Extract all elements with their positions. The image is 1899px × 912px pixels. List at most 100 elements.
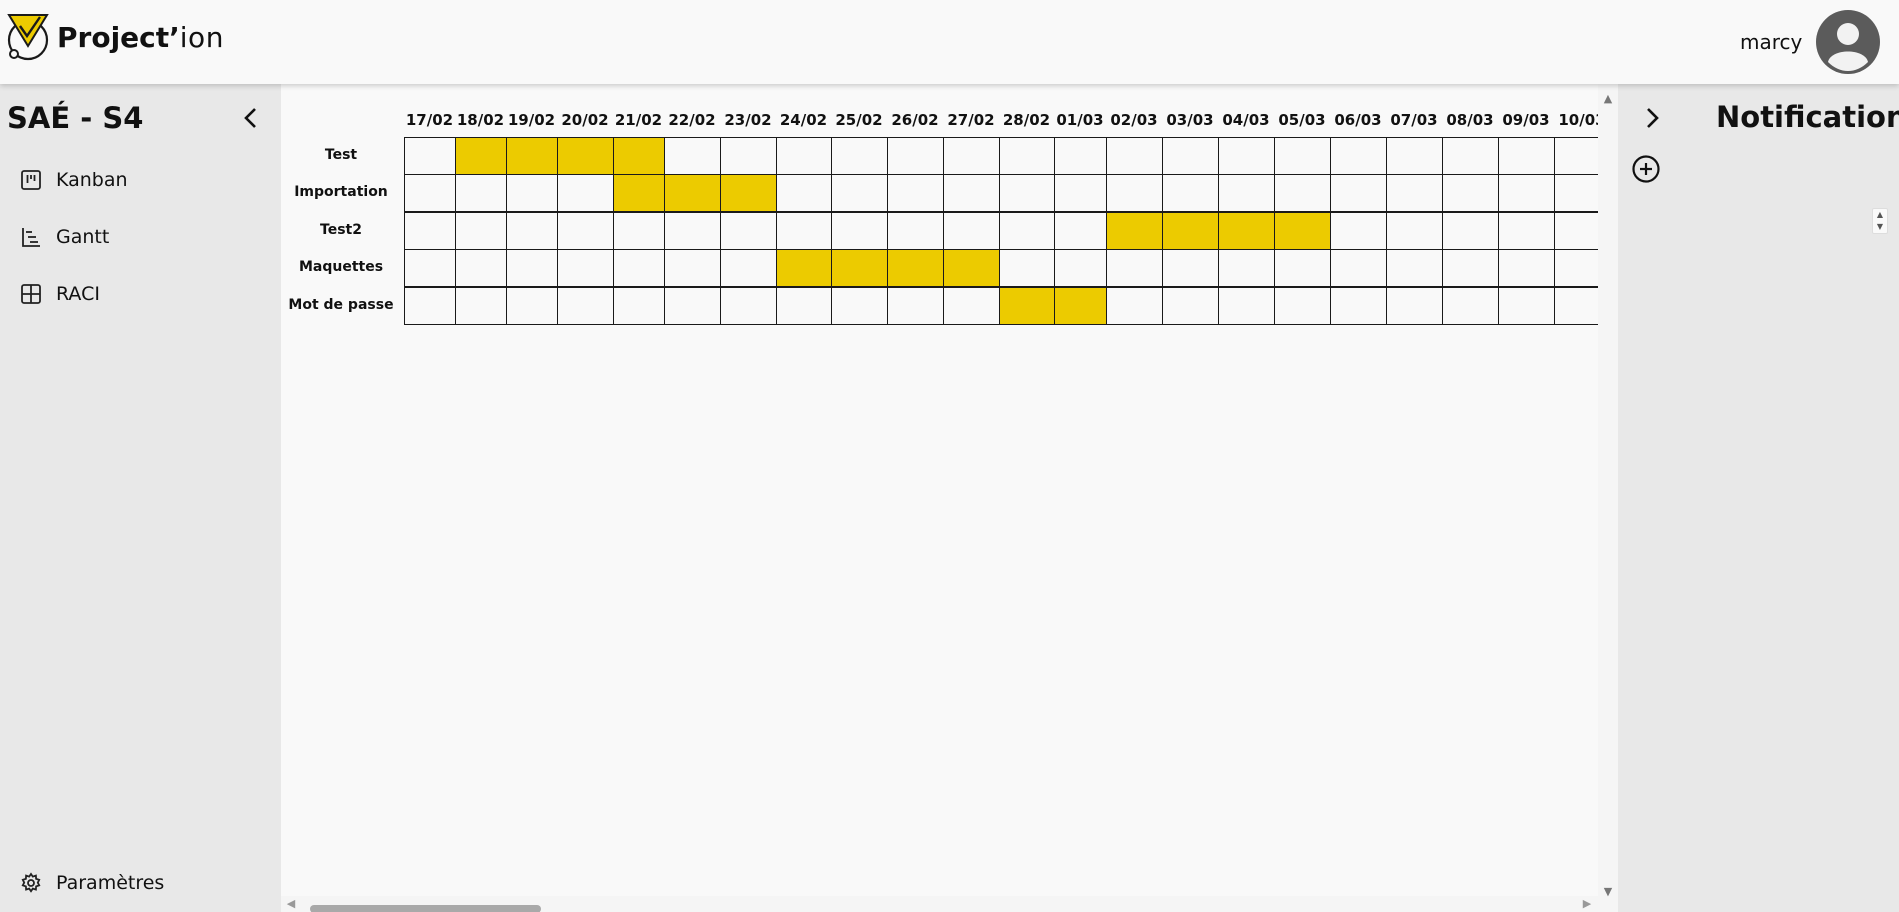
- gantt-cell[interactable]: [404, 174, 456, 212]
- gantt-cell[interactable]: [943, 174, 1000, 212]
- gantt-cell[interactable]: [1274, 137, 1331, 175]
- gantt-cell[interactable]: [1498, 287, 1555, 325]
- gantt-cell[interactable]: [887, 174, 944, 212]
- gantt-cell[interactable]: [1274, 287, 1331, 325]
- gantt-cell[interactable]: [943, 137, 1000, 175]
- gantt-cell[interactable]: [1386, 249, 1443, 287]
- gantt-cell[interactable]: [404, 287, 456, 325]
- gantt-cell[interactable]: [506, 174, 558, 212]
- gantt-cell[interactable]: [1274, 174, 1331, 212]
- gantt-cell[interactable]: [831, 174, 888, 212]
- gantt-cell[interactable]: [720, 287, 777, 325]
- gantt-bar-cell[interactable]: [720, 174, 777, 212]
- sidebar-item-raci[interactable]: RACI: [18, 276, 258, 312]
- gantt-cell[interactable]: [557, 212, 614, 250]
- gantt-bar-cell[interactable]: [831, 249, 888, 287]
- user-avatar-icon[interactable]: [1816, 10, 1880, 74]
- gantt-cell[interactable]: [831, 137, 888, 175]
- gantt-cell[interactable]: [455, 212, 507, 250]
- gantt-cell[interactable]: [1218, 287, 1275, 325]
- gantt-cell[interactable]: [1442, 137, 1499, 175]
- gantt-cell[interactable]: [1106, 174, 1163, 212]
- spin-up-icon[interactable]: ▲: [1873, 209, 1887, 221]
- gantt-cell[interactable]: [1330, 174, 1387, 212]
- gantt-cell[interactable]: [664, 249, 721, 287]
- gantt-cell[interactable]: [455, 174, 507, 212]
- gantt-cell[interactable]: [1218, 174, 1275, 212]
- chevron-right-icon[interactable]: [1638, 102, 1666, 134]
- gantt-cell[interactable]: [1386, 212, 1443, 250]
- gantt-bar-cell[interactable]: [613, 137, 665, 175]
- gantt-bar-cell[interactable]: [506, 137, 558, 175]
- gantt-cell[interactable]: [1386, 137, 1443, 175]
- gantt-cell[interactable]: [455, 249, 507, 287]
- gantt-cell[interactable]: [1054, 137, 1107, 175]
- gantt-cell[interactable]: [404, 137, 456, 175]
- gantt-cell[interactable]: [999, 137, 1055, 175]
- gantt-cell[interactable]: [1330, 249, 1387, 287]
- gantt-cell[interactable]: [613, 212, 665, 250]
- gantt-cell[interactable]: [831, 212, 888, 250]
- gantt-cell[interactable]: [776, 212, 832, 250]
- gantt-cell[interactable]: [1442, 212, 1499, 250]
- gantt-cell[interactable]: [999, 249, 1055, 287]
- gantt-cell[interactable]: [1498, 137, 1555, 175]
- sidebar-item-gantt[interactable]: Gantt: [18, 219, 258, 255]
- gantt-cell[interactable]: [1274, 249, 1331, 287]
- number-spinner[interactable]: ▲ ▼: [1872, 208, 1888, 234]
- gantt-cell[interactable]: [1162, 249, 1219, 287]
- sidebar-item-kanban[interactable]: Kanban: [18, 162, 258, 198]
- gantt-bar-cell[interactable]: [455, 137, 507, 175]
- scroll-right-arrow-icon[interactable]: ▶: [1581, 898, 1593, 910]
- gantt-bar-cell[interactable]: [1218, 212, 1275, 250]
- gantt-cell[interactable]: [506, 249, 558, 287]
- checkmark-triangle-logo-icon[interactable]: [6, 12, 50, 62]
- gantt-cell[interactable]: [1330, 287, 1387, 325]
- gantt-cell[interactable]: [1054, 174, 1107, 212]
- gantt-cell[interactable]: [1498, 249, 1555, 287]
- gantt-cell[interactable]: [1330, 212, 1387, 250]
- gantt-cell[interactable]: [999, 212, 1055, 250]
- gantt-cell[interactable]: [776, 137, 832, 175]
- gantt-cell[interactable]: [1330, 137, 1387, 175]
- gantt-cell[interactable]: [720, 249, 777, 287]
- gantt-bar-cell[interactable]: [1274, 212, 1331, 250]
- gantt-cell[interactable]: [1106, 249, 1163, 287]
- gantt-cell[interactable]: [1218, 249, 1275, 287]
- gantt-cell[interactable]: [1106, 137, 1163, 175]
- gantt-bar-cell[interactable]: [776, 249, 832, 287]
- gantt-cell[interactable]: [506, 212, 558, 250]
- gantt-cell[interactable]: [776, 174, 832, 212]
- gantt-cell[interactable]: [1554, 174, 1598, 212]
- gantt-bar-cell[interactable]: [943, 249, 1000, 287]
- gantt-cell[interactable]: [943, 212, 1000, 250]
- scroll-up-arrow-icon[interactable]: ▲: [1602, 93, 1614, 105]
- gantt-bar-cell[interactable]: [999, 287, 1055, 325]
- gantt-cell[interactable]: [664, 212, 721, 250]
- gantt-cell[interactable]: [1162, 174, 1219, 212]
- gantt-cell[interactable]: [1554, 212, 1598, 250]
- gantt-cell[interactable]: [1054, 249, 1107, 287]
- chevron-left-icon[interactable]: [237, 102, 265, 134]
- gantt-cell[interactable]: [1554, 287, 1598, 325]
- gantt-cell[interactable]: [1162, 137, 1219, 175]
- gantt-cell[interactable]: [943, 287, 1000, 325]
- vertical-scrollbar[interactable]: ▲ ▼: [1598, 84, 1618, 912]
- gantt-bar-cell[interactable]: [664, 174, 721, 212]
- gantt-bar-cell[interactable]: [557, 137, 614, 175]
- gantt-cell[interactable]: [831, 287, 888, 325]
- spin-down-icon[interactable]: ▼: [1873, 221, 1887, 233]
- gantt-cell[interactable]: [613, 287, 665, 325]
- brand-name[interactable]: Project’ion: [57, 20, 224, 56]
- gantt-cell[interactable]: [1442, 287, 1499, 325]
- gantt-cell[interactable]: [613, 249, 665, 287]
- gantt-cell[interactable]: [404, 212, 456, 250]
- gantt-bar-cell[interactable]: [887, 249, 944, 287]
- horizontal-scrollbar[interactable]: ◀ ▶: [281, 896, 1598, 912]
- gantt-cell[interactable]: [1218, 137, 1275, 175]
- sidebar-item-settings[interactable]: Paramètres: [18, 865, 258, 901]
- gantt-cell[interactable]: [1106, 287, 1163, 325]
- gantt-cell[interactable]: [1054, 212, 1107, 250]
- gantt-cell[interactable]: [720, 212, 777, 250]
- scrollbar-thumb[interactable]: [310, 905, 541, 912]
